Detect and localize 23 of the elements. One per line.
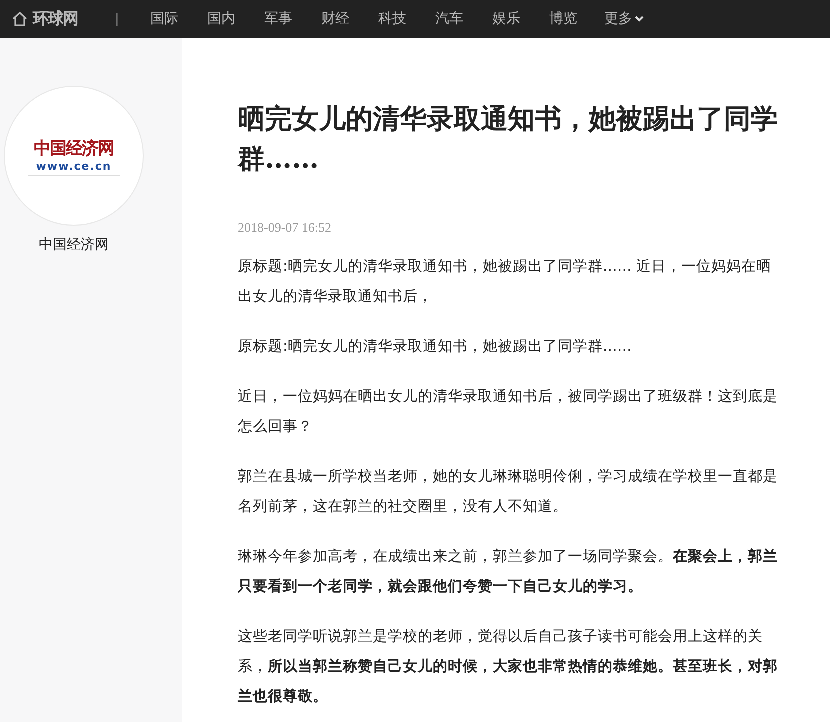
article-paragraph: 这些老同学听说郭兰是学校的老师，觉得以后自己孩子读书可能会用上这样的关系，所以当郭兰称赞自己女儿的时候，大家也非常热情的恭维她。甚至班长，对郭兰也很尊敬。 bbox=[238, 628, 779, 707]
nav-separator: | bbox=[115, 12, 120, 26]
article-paragraph: 郭兰在县城一所学校当老师，她的女儿琳琳聪明伶俐，学习成绩在学校里一直都是名列前茅，这在郭兰的社交圈里，没有人不知道。 bbox=[238, 468, 779, 517]
article-paragraph: 原标题:晒完女儿的清华录取通知书，她被踢出了同学群…… bbox=[238, 338, 633, 357]
nav-link[interactable]: 国内 bbox=[207, 10, 236, 28]
article-paragraph: 琳琳今年参加高考，在成绩出来之前，郭兰参加了一场同学聚会。在聚会上，郭兰只要看到一个老同学，就会跟他们夸赞一下自己女儿的学习。 bbox=[238, 548, 779, 597]
more-menu[interactable]: 更多 bbox=[604, 10, 644, 28]
nav-link[interactable]: 科技 bbox=[378, 10, 406, 28]
nav-link[interactable]: 娱乐 bbox=[492, 10, 520, 28]
source-name[interactable]: 中国经济网 bbox=[39, 236, 109, 254]
article-title: 晒完女儿的清华录取通知书，她被踢出了同学群…… bbox=[238, 103, 779, 177]
article-paragraph: 近日，一位妈妈在晒出女儿的清华录取通知书后，被同学踢出了班级群！这到底是怎么回事？ bbox=[238, 388, 779, 437]
caret-icon bbox=[635, 16, 644, 22]
home-icon[interactable] bbox=[12, 11, 28, 27]
nav-link[interactable]: 博览 bbox=[549, 10, 578, 28]
nav-link[interactable]: 汽车 bbox=[435, 10, 464, 28]
article-date: 2018-09-07 16:52 bbox=[238, 220, 333, 236]
nav-link[interactable]: 国际 bbox=[150, 10, 178, 28]
source-logo: 中国经济网 www.ce.cn bbox=[4, 86, 144, 226]
site-logo-link[interactable]: 环球网 bbox=[33, 8, 78, 30]
nav-link[interactable]: 财经 bbox=[321, 10, 350, 28]
nav-link[interactable]: 军事 bbox=[264, 10, 292, 28]
article-paragraph: 原标题:晒完女儿的清华录取通知书，她被踢出了同学群…… 近日，一位妈妈在晒出女儿的清华录取通知书后， bbox=[238, 258, 772, 307]
